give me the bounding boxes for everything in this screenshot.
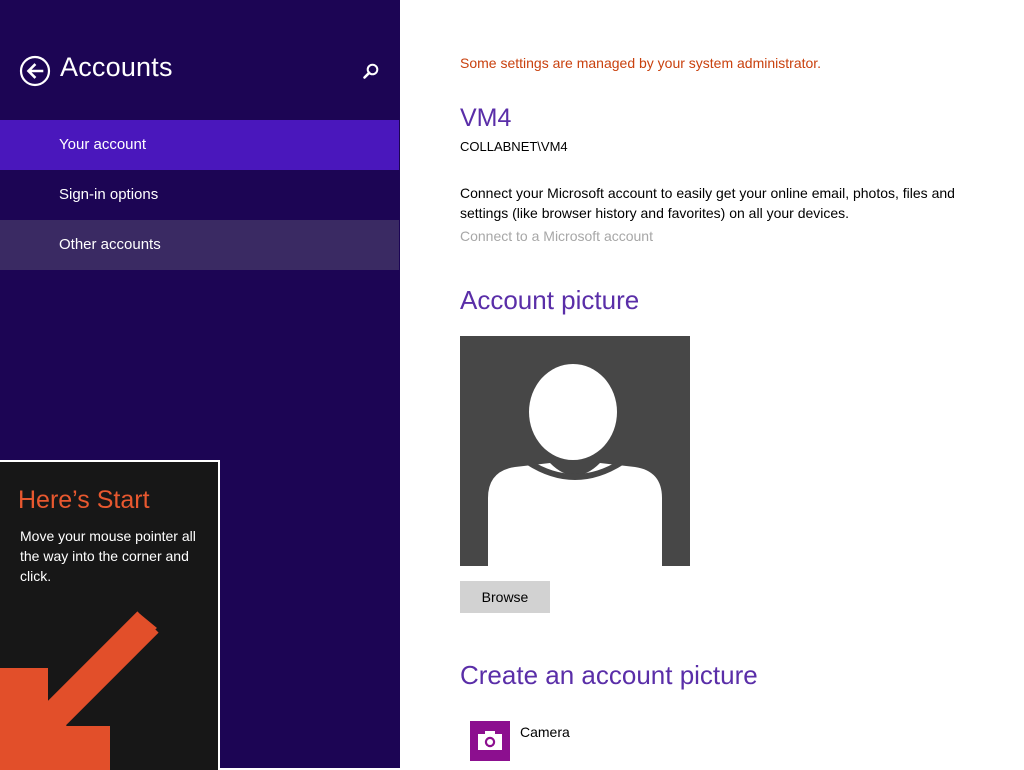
browse-button[interactable]: Browse [460,581,550,613]
account-picture [460,336,690,566]
connect-description: Connect your Microsoft account to easily… [460,185,955,221]
account-name: VM4 [460,104,512,132]
camera-app-tile[interactable] [470,721,510,761]
search-button[interactable] [360,60,382,82]
nav-item-your-account[interactable]: Your account [0,120,399,170]
user-silhouette-icon [488,364,662,566]
arrow-down-left-icon [0,611,159,770]
back-arrow-circle-icon [19,55,51,87]
start-tip-popup: Here’s Start Move your mouse pointer all… [0,460,220,770]
camera-label[interactable]: Camera [520,724,570,740]
tip-title: Here’s Start [18,486,150,514]
back-button[interactable] [19,55,51,87]
connect-microsoft-account-link[interactable]: Connect to a Microsoft account [460,228,653,244]
admin-managed-notice: Some settings are managed by your system… [460,55,822,71]
account-picture-heading: Account picture [460,285,640,315]
account-domain: COLLABNET\VM4 [460,139,568,154]
camera-icon [478,731,502,750]
nav-item-other-accounts[interactable]: Other accounts [0,220,399,270]
search-icon [363,63,379,79]
tip-body: Move your mouse pointer all the way into… [20,528,196,584]
page-title: Accounts [60,52,173,82]
nav-item-sign-in-options[interactable]: Sign-in options [0,170,399,220]
create-account-picture-heading: Create an account picture [460,660,758,690]
